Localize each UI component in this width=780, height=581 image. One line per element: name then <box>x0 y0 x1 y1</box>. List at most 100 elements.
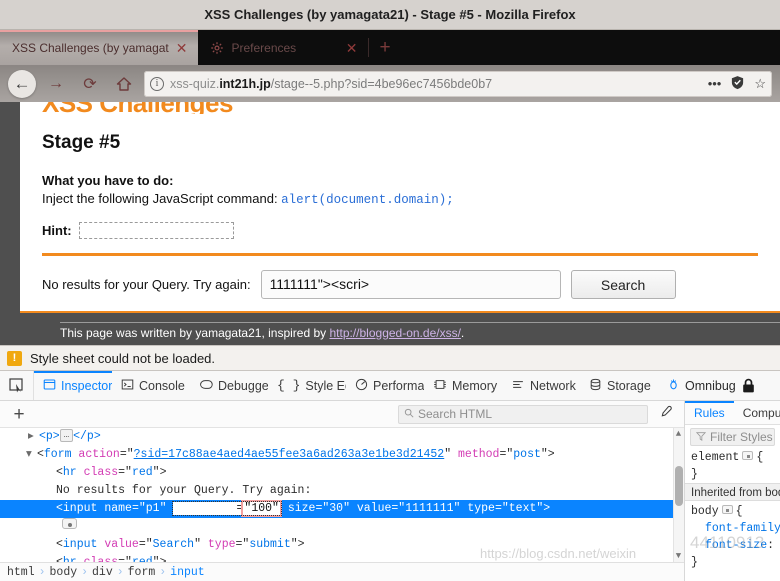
markup-scrollbar[interactable]: ▲ ▼ <box>673 428 684 562</box>
tab-label: Storage <box>607 378 651 393</box>
rule-toggle-icon[interactable] <box>721 505 733 514</box>
markup-attr-editing[interactable]: maxlength="100" <box>172 500 282 517</box>
search-html-input[interactable]: Search HTML <box>398 404 648 424</box>
markup-attr-value[interactable]: text <box>509 502 537 515</box>
scrollbar-thumb[interactable] <box>675 466 683 506</box>
tab-omnibug[interactable]: Omnibug <box>658 371 736 400</box>
tab-debugger[interactable]: Debugger <box>190 371 268 400</box>
new-tab-button[interactable]: + <box>369 30 400 65</box>
breadcrumb-body[interactable]: body <box>50 566 78 579</box>
tab-rules[interactable]: Rules <box>685 401 734 424</box>
tab-style-editor[interactable]: { } Style Editor <box>268 371 346 400</box>
breadcrumb-html[interactable]: html <box>7 566 35 579</box>
footer-text-before: This page was written by yamagata21, ins… <box>60 326 330 340</box>
home-button[interactable] <box>110 70 138 98</box>
gear-icon <box>210 41 224 55</box>
markup-line-submit[interactable]: <input value="Search" type="submit"> <box>0 536 684 554</box>
footer-link[interactable]: http://blogged-on.de/xss/ <box>329 326 460 340</box>
expand-arrow-icon[interactable]: ▸ <box>28 428 39 446</box>
markup-attr-value[interactable]: submit <box>249 538 290 551</box>
markup-attr-value[interactable]: post <box>513 448 541 461</box>
markup-line-form[interactable]: ▾ <form action="?sid=17c88ae4aed4ae55fee3… <box>0 446 684 464</box>
tab-network[interactable]: Network <box>502 371 580 400</box>
markup-line-input-selected[interactable]: <input name="p1" maxlength="100" size="3… <box>0 500 684 518</box>
pseudo-element-chip[interactable] <box>62 518 77 529</box>
scroll-up-icon[interactable]: ▲ <box>674 429 683 439</box>
markup-line-hr-top[interactable]: <hr class="red"> <box>0 464 684 482</box>
bookmark-star-icon[interactable]: ☆ <box>754 77 766 90</box>
breadcrumb-input[interactable]: input <box>170 566 205 579</box>
breadcrumb-form[interactable]: form <box>128 566 156 579</box>
rule-property-font-size[interactable]: font-size: <box>685 537 780 554</box>
hint-label: Hint: <box>42 223 72 238</box>
markup-attr-value[interactable]: p1 <box>146 502 160 515</box>
markup-attr-value[interactable]: Search <box>153 538 194 551</box>
breadcrumb-div[interactable]: div <box>92 566 113 579</box>
url-text: xss-quiz.int21h.jp/stage--5.php?sid=4be9… <box>170 77 698 91</box>
performance-icon <box>355 378 368 394</box>
tab-xss-challenges[interactable]: XSS Challenges (by yamagat ✕ <box>0 30 199 65</box>
collapsed-content-chip[interactable]: … <box>59 429 74 442</box>
tab-console[interactable]: Console <box>112 371 190 400</box>
tab-performance[interactable]: Performance <box>346 371 424 400</box>
markup-tag: input <box>62 502 98 515</box>
rule-brace-close-line: } <box>685 554 780 571</box>
scroll-down-icon[interactable]: ▼ <box>674 551 683 561</box>
breadcrumb-separator: › <box>81 566 89 579</box>
devtools-toolbar: Inspector Console Debugger { } Style Edi… <box>0 371 780 401</box>
markup-attr-value[interactable]: ?sid=17c88ae4aed4ae55fee3a6ad263a3e1be3d… <box>134 448 445 461</box>
markup-attr-name: type <box>467 502 495 515</box>
url-bar[interactable]: i xss-quiz.int21h.jp/stage--5.php?sid=4b… <box>144 70 772 97</box>
page-info-icon[interactable]: i <box>150 76 164 91</box>
markup-attr-value-editbox[interactable]: "100" <box>241 500 282 517</box>
collapse-arrow-icon[interactable]: ▾ <box>26 446 37 464</box>
markup-tree[interactable]: ▸ <p>… </p> ▾ <form action="?sid=17c88ae4ae… <box>0 428 684 562</box>
query-input[interactable]: 1111111"><scri> <box>260 270 561 299</box>
tab-computed[interactable]: Computed <box>734 401 780 424</box>
rule-brace-close: } <box>691 556 698 569</box>
search-button[interactable]: Search <box>570 270 676 299</box>
element-picker-icon[interactable] <box>0 371 34 400</box>
forward-button[interactable]: → <box>42 70 70 98</box>
breadcrumb-separator: › <box>116 566 124 579</box>
window-title: XSS Challenges (by yamagata21) - Stage #… <box>204 7 576 22</box>
tab-preferences[interactable]: Preferences ✕ <box>198 30 368 65</box>
tab-memory[interactable]: Memory <box>424 371 502 400</box>
rule-property-font-family[interactable]: font-family <box>685 520 780 537</box>
page-actions-icon[interactable]: ••• <box>708 77 722 90</box>
rule-selector-element[interactable]: element { <box>685 449 780 466</box>
todo-code: alert(document.domain); <box>281 193 454 207</box>
markup-line-pseudo[interactable] <box>0 518 684 536</box>
reload-button[interactable]: ⟳ <box>76 70 104 98</box>
markup-line-text[interactable]: No results for your Query. Try again: <box>0 482 684 500</box>
markup-line-p[interactable]: ▸ <p>… </p> <box>0 428 684 446</box>
console-icon <box>121 378 134 394</box>
padlock-icon[interactable] <box>736 371 761 400</box>
tab-inspector[interactable]: Inspector <box>34 371 112 400</box>
markup-line-hr-bottom[interactable]: <hr class="red"> <box>0 554 684 562</box>
add-node-button[interactable]: + <box>6 405 32 424</box>
tab-storage[interactable]: Storage <box>580 371 658 400</box>
search-html-placeholder: Search HTML <box>418 407 493 421</box>
markup-tag: form <box>43 448 72 461</box>
close-icon[interactable]: ✕ <box>173 41 191 55</box>
rule-selector-body[interactable]: body { <box>685 503 780 520</box>
close-icon[interactable]: ✕ <box>343 41 361 55</box>
shield-icon[interactable] <box>730 75 745 92</box>
markup-attr-value[interactable]: red <box>132 556 153 562</box>
url-path: /stage--5.php?sid=4be96ec7456bde0b7 <box>270 76 493 91</box>
storage-icon <box>589 378 602 394</box>
back-button[interactable]: ← <box>8 69 36 98</box>
tab-label: Memory <box>452 378 498 393</box>
network-icon <box>511 378 525 394</box>
markup-attr-name: class <box>84 556 119 562</box>
page-viewport: XSS Challenges Stage #5 What you have to… <box>0 102 780 345</box>
rule-selector: element <box>691 451 740 464</box>
filter-styles-input[interactable]: Filter Styles <box>690 428 775 446</box>
markup-attr-value[interactable]: 1111111 <box>405 502 453 515</box>
eyedropper-icon[interactable] <box>654 405 678 424</box>
markup-attr-value[interactable]: 30 <box>329 502 343 515</box>
tab-label: Inspector <box>61 378 112 393</box>
markup-attr-value[interactable]: red <box>132 466 153 479</box>
rule-toggle-icon[interactable] <box>742 451 754 460</box>
